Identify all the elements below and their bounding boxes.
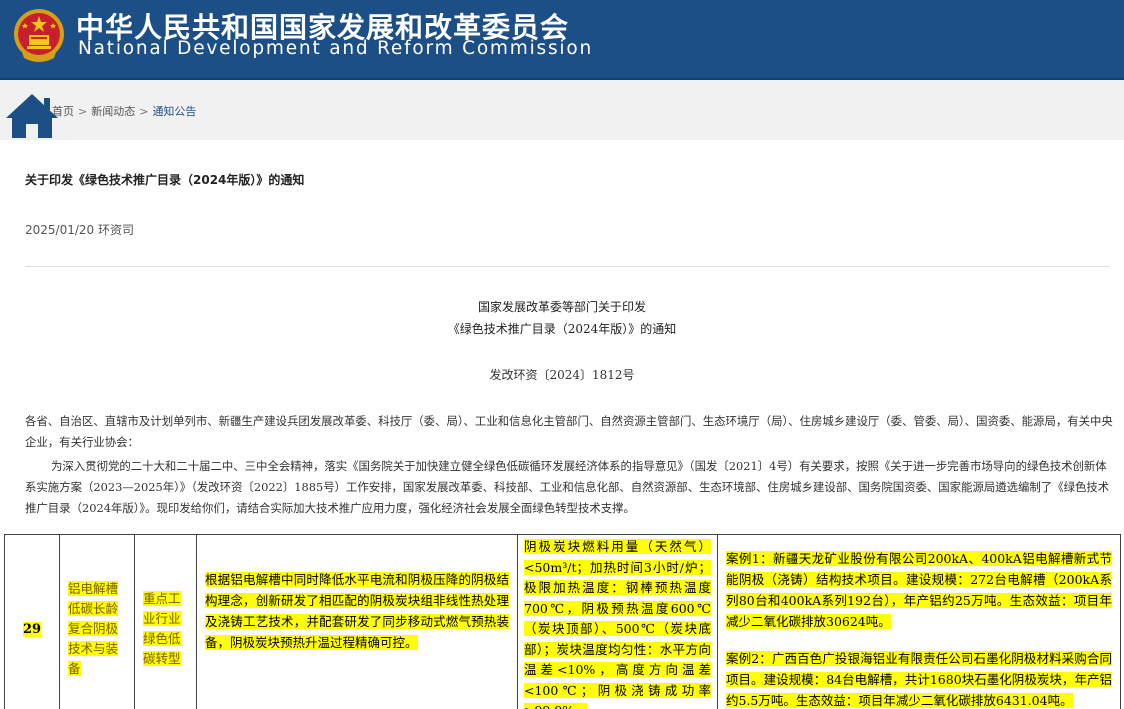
table-cell-cases: 案例1：新疆天龙矿业股份有限公司200kA、400kA铝电解槽新式节能阴极（浇铸… bbox=[717, 534, 1121, 709]
breadcrumb-news[interactable]: 新闻动态 bbox=[91, 105, 135, 118]
breadcrumb: 首页 > 新闻动态 > 通知公告 bbox=[52, 103, 196, 119]
breadcrumb-separator: > bbox=[139, 105, 149, 118]
document-recipients: 各省、自治区、直辖市及计划单列市、新疆生产建设兵团发展改革委、科技厅（委、局）、… bbox=[25, 414, 1113, 449]
table-row: 29 铝电解槽低碳长龄复合阴极技术与装备 重点工业行业绿色低碳转型 根据铝电解槽… bbox=[4, 534, 1121, 709]
table-cell-number: 29 bbox=[4, 534, 60, 709]
technology-description: 根据铝电解槽中同时降低水平电流和阴极压降的阴极结构理念，创新研发了相匹配的阴极炭… bbox=[205, 572, 509, 651]
technology-name: 铝电解槽低碳长龄复合阴极技术与装备 bbox=[68, 581, 119, 677]
site-header: 中华人民共和国国家发展和改革委员会 National Development a… bbox=[0, 0, 1124, 80]
site-title-en[interactable]: National Development and Reform Commissi… bbox=[78, 38, 593, 59]
national-emblem-icon[interactable] bbox=[12, 6, 66, 66]
document-title-line1: 国家发展改革委等部门关于印发 bbox=[477, 300, 646, 314]
technology-indicators: 阴极炭块燃料用量（天然气）<50m³/t；加热时间3小时/炉；极限加热温度：钢棒… bbox=[524, 539, 711, 709]
case-1: 案例1：新疆天龙矿业股份有限公司200kA、400kA铝电解槽新式节能阴极（浇铸… bbox=[726, 550, 1112, 629]
row-number: 29 bbox=[22, 621, 42, 637]
article-title: 关于印发《绿色技术推广目录（2024年版）》的通知 bbox=[25, 173, 305, 187]
case-2: 案例2：广西百色广投银海铝业有限责任公司石墨化阴极材料采购合同项目。建设规模：8… bbox=[726, 650, 1112, 708]
article-divider bbox=[25, 266, 1109, 267]
table-cell-indicators: 阴极炭块燃料用量（天然气）<50m³/t；加热时间3小时/炉；极限加热温度：钢棒… bbox=[517, 534, 718, 709]
breadcrumb-home[interactable]: 首页 bbox=[52, 105, 74, 118]
document-body: 为深入贯彻党的二十大和二十届二中、三中全会精神，落实《国务院关于加快建立健全绿色… bbox=[25, 459, 1110, 515]
technology-category: 重点工业行业绿色低碳转型 bbox=[143, 591, 181, 667]
document-title-line2: 《绿色技术推广目录（2024年版）》的通知 bbox=[447, 322, 677, 336]
table-cell-category: 重点工业行业绿色低碳转型 bbox=[134, 534, 197, 709]
article-meta: 2025/01/20 环资司 bbox=[25, 221, 134, 238]
document-number: 发改环资〔2024〕1812号 bbox=[489, 368, 635, 382]
technology-table: 29 铝电解槽低碳长龄复合阴极技术与装备 重点工业行业绿色低碳转型 根据铝电解槽… bbox=[4, 534, 1121, 709]
table-cell-description: 根据铝电解槽中同时降低水平电流和阴极压降的阴极结构理念，创新研发了相匹配的阴极炭… bbox=[196, 534, 518, 709]
breadcrumb-notices[interactable]: 通知公告 bbox=[152, 105, 196, 118]
article-date: 2025/01/20 bbox=[25, 223, 95, 237]
breadcrumb-separator: > bbox=[78, 105, 88, 118]
table-cell-name: 铝电解槽低碳长龄复合阴极技术与装备 bbox=[59, 534, 135, 709]
article-source: 环资司 bbox=[98, 223, 135, 237]
